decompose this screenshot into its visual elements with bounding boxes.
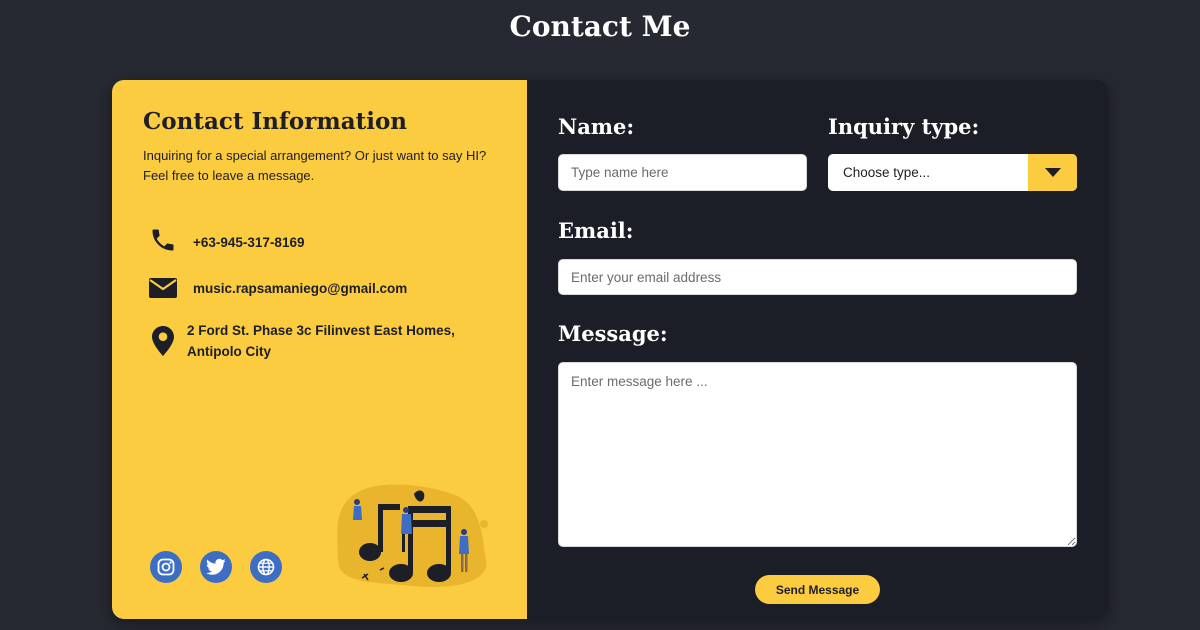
dropdown-toggle[interactable] bbox=[1028, 154, 1077, 191]
chevron-down-icon bbox=[1044, 167, 1061, 177]
instagram-icon bbox=[157, 558, 175, 576]
globe-icon bbox=[257, 558, 275, 576]
social-links bbox=[150, 551, 282, 583]
map-pin-icon bbox=[143, 326, 183, 356]
name-label: Name: bbox=[558, 114, 635, 139]
twitter-link[interactable] bbox=[200, 551, 232, 583]
contact-info-description: Inquiring for a special arrangement? Or … bbox=[143, 148, 487, 183]
inquiry-type-value: Choose type... bbox=[843, 165, 931, 180]
phone-row: +63-945-317-8169 bbox=[143, 226, 304, 254]
contact-form-panel: Name: Inquiry type: Choose type... Email… bbox=[527, 80, 1108, 619]
email-address[interactable]: music.rapsamaniego@gmail.com bbox=[193, 278, 407, 299]
phone-icon bbox=[143, 226, 183, 254]
message-label: Message: bbox=[558, 321, 668, 346]
name-input[interactable] bbox=[558, 154, 807, 191]
music-notes-illustration bbox=[334, 482, 494, 597]
inquiry-type-label: Inquiry type: bbox=[828, 114, 980, 139]
address-row: 2 Ford St. Phase 3c Filinvest East Homes… bbox=[143, 320, 503, 362]
page-title: Contact Me bbox=[509, 10, 691, 43]
send-message-button[interactable]: Send Message bbox=[755, 575, 880, 604]
email-row: music.rapsamaniego@gmail.com bbox=[143, 276, 407, 300]
email-input[interactable] bbox=[558, 259, 1077, 295]
contact-card: Contact Information Inquiring for a spec… bbox=[112, 80, 1108, 619]
website-link[interactable] bbox=[250, 551, 282, 583]
street-address: 2 Ford St. Phase 3c Filinvest East Homes… bbox=[187, 323, 455, 359]
contact-info-heading: Contact Information bbox=[143, 108, 408, 135]
twitter-icon bbox=[206, 558, 226, 575]
instagram-link[interactable] bbox=[150, 551, 182, 583]
phone-number[interactable]: +63-945-317-8169 bbox=[193, 232, 304, 253]
contact-info-panel: Contact Information Inquiring for a spec… bbox=[112, 80, 527, 619]
inquiry-type-select[interactable]: Choose type... bbox=[828, 154, 1077, 191]
message-textarea[interactable] bbox=[558, 362, 1077, 547]
email-label: Email: bbox=[558, 218, 634, 243]
envelope-icon bbox=[143, 276, 183, 300]
